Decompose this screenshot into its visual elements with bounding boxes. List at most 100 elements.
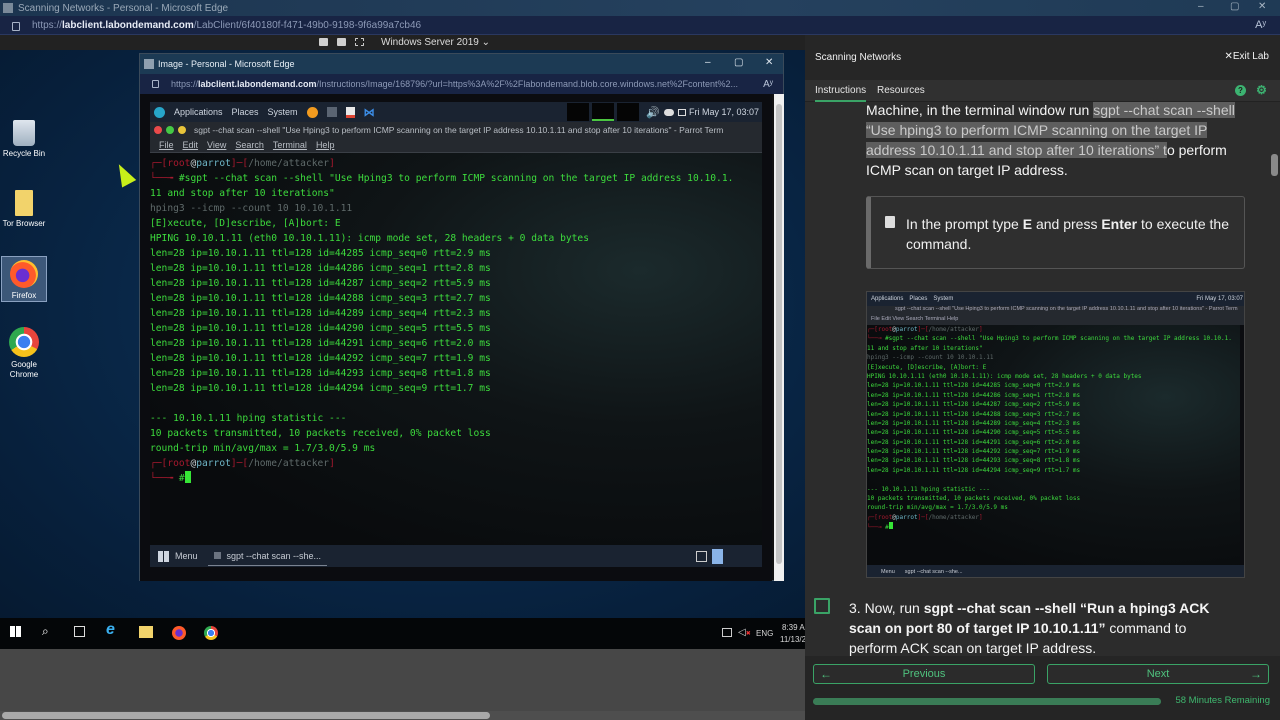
reply-line: len=28 ip=10.10.1.11 ttl=128 id=44289 ic… [150, 308, 491, 319]
maximize-button[interactable]: ▢ [1230, 1, 1239, 12]
previous-button[interactable]: ← Previous [813, 664, 1035, 684]
parrot-clock: Fri May 17, 03:07 [688, 107, 759, 117]
desktop-icon-tor-browser[interactable]: Tor Browser [1, 190, 47, 229]
internet-explorer-icon[interactable]: e [106, 621, 115, 639]
network-icon[interactable] [722, 628, 732, 637]
workspace-3[interactable] [617, 103, 639, 121]
workspace-2[interactable] [592, 103, 614, 121]
menu-help[interactable]: Help [316, 140, 335, 150]
lock-icon [12, 21, 20, 31]
reply-line: len=28 ip=10.10.1.11 ttl=128 id=44285 ic… [150, 248, 491, 259]
stat-rtt: round-trip min/avg/max = 1.7/3.0/5.9 ms [150, 443, 376, 454]
terminal-minimize-button[interactable] [178, 126, 186, 134]
keyboard-icon[interactable] [319, 38, 328, 46]
next-button[interactable]: Next → [1047, 664, 1269, 684]
chrome-taskbar-icon[interactable] [204, 626, 218, 640]
inner-address-bar[interactable]: https://labclient.labondemand.com/Instru… [140, 74, 783, 94]
minimize-button[interactable]: – [1198, 1, 1204, 12]
reply-line: len=28 ip=10.10.1.11 ttl=128 id=44287 ic… [150, 278, 491, 289]
step-2-paragraph: Machine, in the terminal window run sgpt… [866, 102, 1246, 180]
fullscreen-icon[interactable] [355, 38, 364, 46]
terminal-launcher-icon[interactable] [326, 107, 337, 117]
firefox-launcher-icon[interactable] [306, 106, 318, 118]
keyboard-layout-icon[interactable] [696, 550, 707, 562]
inner-minimize-button[interactable]: – [705, 57, 711, 68]
inner-url[interactable]: https://labclient.labondemand.com/Instru… [171, 79, 738, 89]
close-button[interactable]: ✕ [1258, 1, 1266, 12]
reply-list: len=28 ip=10.10.1.11 ttl=128 id=44285 ic… [150, 246, 762, 396]
outer-browser-titlebar: Scanning Networks - Personal - Microsoft… [0, 0, 1280, 16]
reply-line: len=28 ip=10.10.1.11 ttl=128 id=44288 ic… [150, 293, 491, 304]
reply-line: len=28 ip=10.10.1.11 ttl=128 id=44292 ic… [150, 353, 491, 364]
volume-muted-icon[interactable]: ◁✖ [738, 627, 751, 638]
taskbar-date[interactable]: 11/13/2 [780, 635, 806, 644]
suggested-command: hping3 --icmp --count 10 10.10.1.11 [150, 203, 353, 214]
firefox-taskbar-icon[interactable] [172, 626, 186, 640]
url-scheme: https:// [32, 19, 63, 31]
outer-url[interactable]: https://labclient.labondemand.com/LabCli… [32, 20, 421, 31]
shot-terminal-title: sgpt --chat scan --shell "Use Hping3 to … [867, 306, 1244, 316]
shot-terminal-output: ┌─[root@parrot]─[/home/attacker] └──╼ #s… [867, 325, 1240, 565]
exit-lab-button[interactable]: ✕Exit Lab [1224, 51, 1269, 62]
volume-icon[interactable]: 🔊 [646, 106, 660, 119]
menu-file[interactable]: File [159, 140, 174, 150]
taskbar-time[interactable]: 8:39 A [782, 623, 805, 632]
step-3-checkbox[interactable] [814, 598, 830, 614]
tab-resources[interactable]: Resources [877, 85, 925, 96]
search-icon[interactable]: ⌕ [42, 624, 49, 639]
monitor-icon[interactable] [337, 38, 346, 46]
tab-instructions[interactable]: Instructions [815, 85, 867, 102]
url-scheme: https:// [171, 79, 199, 89]
terminal-maximize-button[interactable] [166, 126, 174, 134]
system-menu[interactable]: System [268, 107, 298, 117]
inner-scrollbar[interactable] [774, 94, 784, 581]
show-desktop-icon[interactable] [712, 548, 723, 564]
vm-selector[interactable]: Windows Server 2019 ⌄ [381, 37, 490, 48]
command-line: └──╼ #sgpt --chat scan --shell "Use Hpin… [150, 173, 734, 184]
prompt-line: ┌─[root@parrot]─[/home/attacker] [150, 158, 335, 169]
applications-menu[interactable]: Applications [174, 107, 223, 117]
input-language[interactable]: ENG [756, 629, 773, 638]
menu-search[interactable]: Search [235, 140, 264, 150]
menu-terminal[interactable]: Terminal [273, 140, 307, 150]
read-aloud-icon[interactable]: Aʸ [1255, 19, 1266, 31]
inner-close-button[interactable]: ✕ [765, 57, 773, 68]
desktop-icon-firefox[interactable]: Firefox [1, 256, 47, 302]
parrot-menu-button[interactable]: Menu [175, 551, 198, 561]
settings-gear-icon[interactable]: ⚙ [1256, 84, 1267, 96]
text-cursor [184, 471, 191, 483]
instructions-scrollbar[interactable] [1271, 102, 1278, 656]
scrollbar-thumb[interactable] [1271, 154, 1278, 176]
terminal-output[interactable]: ┌─[root@parrot]─[/home/attacker] └──╼ #s… [150, 153, 762, 545]
menu-edit[interactable]: Edit [183, 140, 199, 150]
horizontal-scrollbar[interactable] [0, 711, 805, 720]
inner-maximize-button[interactable]: ▢ [734, 57, 743, 68]
workspace-1[interactable] [567, 103, 589, 121]
recycle-bin-icon [13, 120, 35, 146]
lab-app-icon [3, 3, 13, 13]
menu-view[interactable]: View [207, 140, 226, 150]
start-icon[interactable] [10, 626, 21, 637]
scrollbar-thumb[interactable] [776, 104, 782, 564]
instruction-screenshot[interactable]: Applications Places System Fri May 17, 03:0… [866, 291, 1245, 578]
task-view-icon[interactable] [74, 626, 85, 637]
stat-header: --- 10.10.1.11 hping statistic --- [150, 413, 347, 424]
read-aloud-icon[interactable]: Aʸ [763, 79, 773, 90]
vscode-launcher-icon[interactable]: ⋈ [364, 106, 375, 119]
task-label: sgpt --chat scan --she... [226, 550, 322, 561]
help-icon[interactable]: ? [1235, 85, 1246, 96]
desktop-icon-google-chrome[interactable]: Google Chrome [1, 327, 47, 380]
lock-icon [152, 80, 159, 88]
menu-grid-icon[interactable] [158, 550, 169, 562]
chrome-icon [9, 327, 39, 357]
scrollbar-thumb[interactable] [2, 712, 490, 719]
text-editor-launcher-icon[interactable] [345, 106, 355, 118]
outer-address-bar[interactable]: https://labclient.labondemand.com/LabCli… [0, 16, 1280, 35]
previous-label: Previous [902, 668, 946, 680]
file-explorer-icon[interactable] [139, 626, 153, 638]
terminal-close-button[interactable] [154, 126, 162, 134]
desktop-icon-recycle-bin[interactable]: Recycle Bin [1, 120, 47, 159]
places-menu[interactable]: Places [232, 107, 259, 117]
active-prompt[interactable]: └──╼ # [150, 471, 762, 486]
taskbar-terminal-task[interactable]: sgpt --chat scan --she... [207, 546, 328, 566]
